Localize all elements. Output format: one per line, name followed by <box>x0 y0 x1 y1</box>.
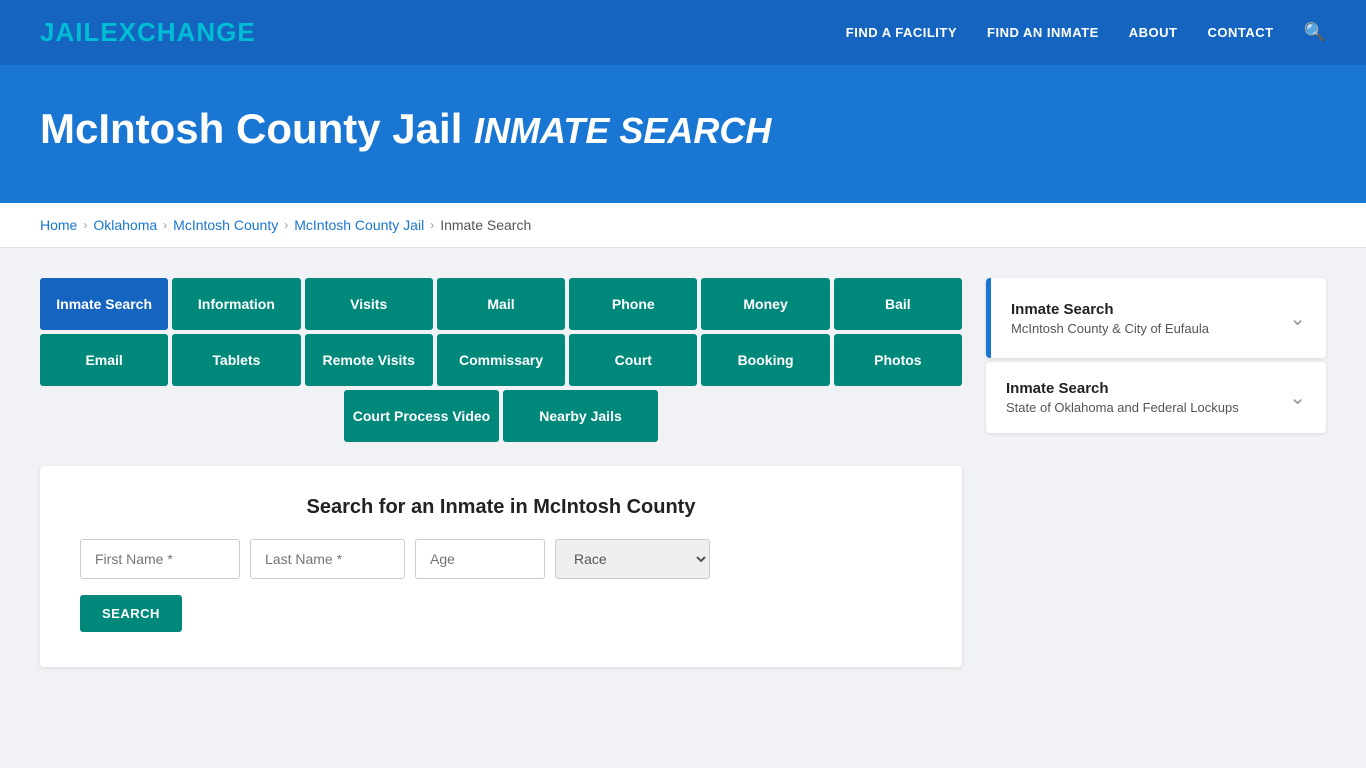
tab-money[interactable]: Money <box>701 278 829 330</box>
search-fields: Race White Black Hispanic Asian Other <box>80 539 922 579</box>
sep3: › <box>284 218 288 232</box>
tab-visits[interactable]: Visits <box>305 278 433 330</box>
breadcrumb-current: Inmate Search <box>440 217 531 233</box>
sidebar-item-left-1: Inmate Search McIntosh County & City of … <box>1011 301 1279 336</box>
sep4: › <box>430 218 434 232</box>
header-search-icon[interactable]: 🔍 <box>1304 22 1326 43</box>
sidebar-card-2: Inmate Search State of Oklahoma and Fede… <box>986 362 1326 433</box>
sidebar-item-mcintosh[interactable]: Inmate Search McIntosh County & City of … <box>991 278 1326 358</box>
nav-about[interactable]: ABOUT <box>1129 25 1178 40</box>
header: JAILEXCHANGE FIND A FACILITY FIND AN INM… <box>0 0 1366 65</box>
tab-information[interactable]: Information <box>172 278 300 330</box>
sidebar-item-sub-1: McIntosh County & City of Eufaula <box>1011 321 1279 336</box>
left-column: Inmate Search Information Visits Mail Ph… <box>40 278 962 667</box>
sidebar-card-1: Inmate Search McIntosh County & City of … <box>986 278 1326 358</box>
main-content: Inmate Search Information Visits Mail Ph… <box>0 248 1366 697</box>
tab-commissary[interactable]: Commissary <box>437 334 565 386</box>
tab-photos[interactable]: Photos <box>834 334 962 386</box>
sidebar-item-wrapper-2: Inmate Search State of Oklahoma and Fede… <box>986 362 1326 433</box>
tab-court[interactable]: Court <box>569 334 697 386</box>
tab-court-process-video[interactable]: Court Process Video <box>344 390 499 442</box>
chevron-down-icon-1: ⌄ <box>1289 306 1306 331</box>
sep2: › <box>163 218 167 232</box>
tabs-row-1: Inmate Search Information Visits Mail Ph… <box>40 278 962 330</box>
logo-jail: JAIL <box>40 17 100 47</box>
right-sidebar: Inmate Search McIntosh County & City of … <box>986 278 1326 667</box>
hero-title-main: McIntosh County Jail <box>40 105 462 152</box>
search-title: Search for an Inmate in McIntosh County <box>80 496 922 519</box>
breadcrumb-home[interactable]: Home <box>40 217 77 233</box>
tabs-row-2: Email Tablets Remote Visits Commissary C… <box>40 334 962 386</box>
age-input[interactable] <box>415 539 545 579</box>
sidebar-item-oklahoma[interactable]: Inmate Search State of Oklahoma and Fede… <box>986 362 1326 433</box>
tabs-row-3: Court Process Video Nearby Jails <box>40 390 962 442</box>
logo[interactable]: JAILEXCHANGE <box>40 17 256 48</box>
main-nav: FIND A FACILITY FIND AN INMATE ABOUT CON… <box>846 22 1326 43</box>
breadcrumb-mcintosh-county[interactable]: McIntosh County <box>173 217 278 233</box>
last-name-input[interactable] <box>250 539 405 579</box>
tab-mail[interactable]: Mail <box>437 278 565 330</box>
hero-title-italic: INMATE SEARCH <box>474 110 771 151</box>
sidebar-item-title-1: Inmate Search <box>1011 301 1279 318</box>
tab-phone[interactable]: Phone <box>569 278 697 330</box>
race-select[interactable]: Race White Black Hispanic Asian Other <box>555 539 710 579</box>
search-button[interactable]: SEARCH <box>80 595 182 632</box>
hero-section: McIntosh County Jail INMATE SEARCH <box>0 65 1366 203</box>
sep1: › <box>83 218 87 232</box>
breadcrumb: Home › Oklahoma › McIntosh County › McIn… <box>40 217 1326 233</box>
breadcrumb-bar: Home › Oklahoma › McIntosh County › McIn… <box>0 203 1366 248</box>
page-title: McIntosh County Jail INMATE SEARCH <box>40 105 1326 153</box>
tab-booking[interactable]: Booking <box>701 334 829 386</box>
logo-exchange: EXCHANGE <box>100 17 255 47</box>
tab-tablets[interactable]: Tablets <box>172 334 300 386</box>
chevron-down-icon-2: ⌄ <box>1289 385 1306 410</box>
breadcrumb-jail[interactable]: McIntosh County Jail <box>294 217 424 233</box>
nav-contact[interactable]: CONTACT <box>1207 25 1273 40</box>
nav-find-facility[interactable]: FIND A FACILITY <box>846 25 957 40</box>
tab-email[interactable]: Email <box>40 334 168 386</box>
tab-remote-visits[interactable]: Remote Visits <box>305 334 433 386</box>
first-name-input[interactable] <box>80 539 240 579</box>
sidebar-item-left-2: Inmate Search State of Oklahoma and Fede… <box>1006 380 1279 415</box>
search-card: Search for an Inmate in McIntosh County … <box>40 466 962 667</box>
sidebar-item-sub-2: State of Oklahoma and Federal Lockups <box>1006 400 1279 415</box>
breadcrumb-oklahoma[interactable]: Oklahoma <box>93 217 157 233</box>
tab-nearby-jails[interactable]: Nearby Jails <box>503 390 658 442</box>
sidebar-item-wrapper-1: Inmate Search McIntosh County & City of … <box>986 278 1326 358</box>
sidebar-item-title-2: Inmate Search <box>1006 380 1279 397</box>
tab-inmate-search[interactable]: Inmate Search <box>40 278 168 330</box>
tab-bail[interactable]: Bail <box>834 278 962 330</box>
nav-find-inmate[interactable]: FIND AN INMATE <box>987 25 1099 40</box>
